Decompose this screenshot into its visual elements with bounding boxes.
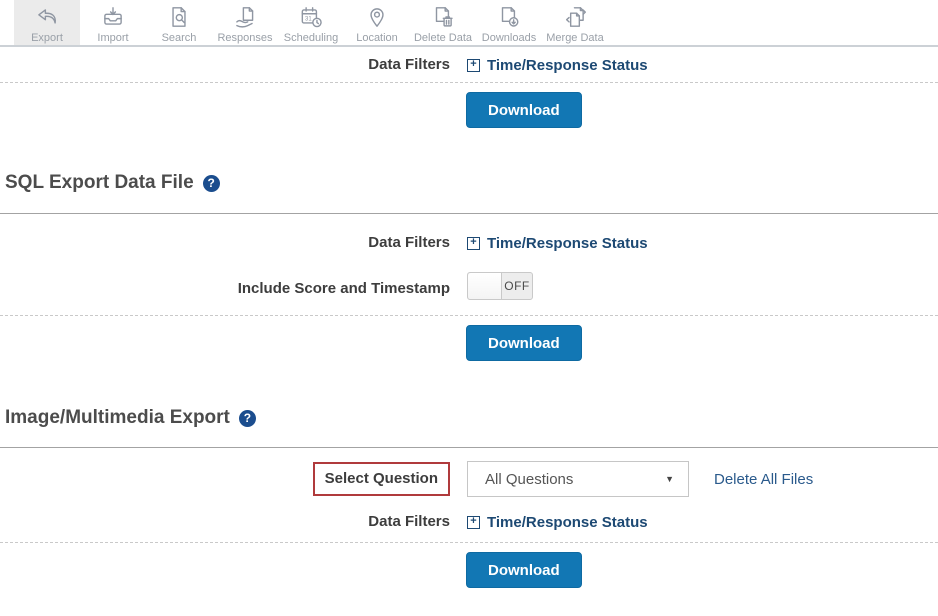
filter-link-label: Time/Response Status [487,57,648,74]
toolbar-item-label: Search [162,32,197,44]
section-top-export: Data Filters Time/Response Status Downlo… [0,53,938,128]
responses-icon [232,3,258,31]
section-sql-export: SQL Export Data File Data Filters Time/R… [0,172,938,361]
toolbar-item-import[interactable]: Import [80,0,146,45]
filter-link-label: Time/Response Status [487,514,648,531]
toolbar-item-label: Responses [217,32,272,44]
time-response-status-link[interactable]: Time/Response Status [467,57,648,74]
dashed-divider [0,315,938,316]
dropdown-selected-value: All Questions [485,471,573,488]
toolbar-item-export[interactable]: Export [14,0,80,45]
export-icon [34,3,60,31]
expand-plus-icon [467,516,480,529]
toolbar-item-label: Downloads [482,32,536,44]
download-button-multimedia[interactable]: Download [466,552,582,588]
merge-data-icon [562,3,588,31]
include-score-label: Include Score and Timestamp [238,280,450,297]
delete-all-files-link[interactable]: Delete All Files [714,471,813,488]
help-icon[interactable] [239,410,256,427]
data-filters-label: Data Filters [368,56,450,73]
toolbar-item-label: Delete Data [414,32,472,44]
delete-data-icon [430,3,456,31]
include-score-toggle[interactable]: OFF [467,272,533,300]
toolbar-item-merge-data[interactable]: Merge Data [542,0,608,45]
expand-plus-icon [467,237,480,250]
search-icon [166,3,192,31]
filter-link-label: Time/Response Status [487,235,648,252]
download-button-top[interactable]: Download [466,92,582,128]
dashed-divider [0,542,938,543]
location-icon [364,3,390,31]
select-question-label: Select Question [325,470,438,487]
toolbar-item-label: Merge Data [546,32,603,44]
section-title-text: Image/Multimedia Export [5,407,230,429]
select-question-highlight: Select Question [313,462,450,496]
toolbar-item-label: Location [356,32,398,44]
section-title-multimedia: Image/Multimedia Export [0,407,938,429]
import-icon [100,3,126,31]
data-filters-label: Data Filters [368,513,450,530]
select-question-dropdown[interactable]: All Questions [467,461,689,497]
downloads-icon [496,3,522,31]
section-title-sql: SQL Export Data File [0,172,938,194]
toggle-state-label: OFF [502,273,532,299]
section-title-text: SQL Export Data File [5,172,194,194]
download-button-sql[interactable]: Download [466,325,582,361]
section-divider [0,447,938,448]
toolbar: Export Import Search [0,0,938,47]
toolbar-item-downloads[interactable]: Downloads [476,0,542,45]
toggle-knob[interactable] [468,273,502,299]
toolbar-item-scheduling[interactable]: 31 Scheduling [278,0,344,45]
dropdown-caret-icon [665,474,674,484]
toolbar-item-label: Export [31,32,63,44]
toolbar-item-delete-data[interactable]: Delete Data [410,0,476,45]
section-divider [0,213,938,214]
toolbar-item-responses[interactable]: Responses [212,0,278,45]
svg-text:31: 31 [305,16,312,22]
toolbar-item-label: Import [97,32,128,44]
time-response-status-link[interactable]: Time/Response Status [467,235,648,252]
export-page: Data Filters Time/Response Status Downlo… [0,53,938,616]
data-filters-label: Data Filters [368,234,450,251]
toolbar-item-label: Scheduling [284,32,338,44]
scheduling-icon: 31 [298,3,324,31]
toolbar-item-search[interactable]: Search [146,0,212,45]
help-icon[interactable] [203,175,220,192]
section-multimedia-export: Image/Multimedia Export Select Question … [0,407,938,588]
dashed-divider [0,82,938,83]
time-response-status-link[interactable]: Time/Response Status [467,514,648,531]
toolbar-item-location[interactable]: Location [344,0,410,45]
expand-plus-icon [467,59,480,72]
